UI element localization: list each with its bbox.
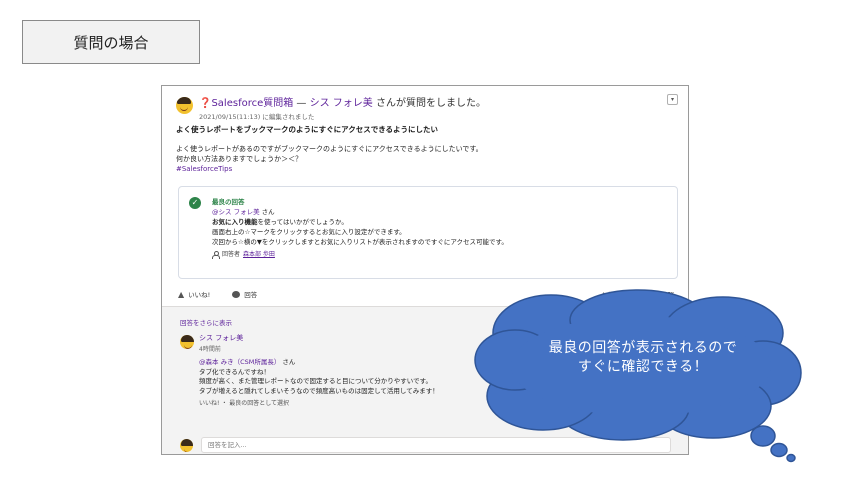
slide-label: 質問の場合 <box>22 20 200 64</box>
comment-time: 4時間前 <box>199 346 221 353</box>
mention-link[interactable]: @シス フォレ美 <box>212 208 260 216</box>
best-answer-line: お気に入り機能を使ってはいかがでしょうか。 <box>212 217 508 227</box>
comment-line: タブが増えると隠れてしまいそうなので頻度高いものは固定して活用してみます！ <box>199 386 439 395</box>
post-date[interactable]: 2021/09/15(11:13) に編集されました <box>199 111 486 121</box>
title-separator: — <box>293 98 310 109</box>
question-body: よく使うレポートがあるのですがブックマークのようにすぐにアクセスできるようにした… <box>176 144 483 174</box>
cloud-tail-bubble <box>770 442 788 458</box>
best-answer-line-rest: を使ってはいかがでしょうか。 <box>257 218 348 226</box>
cloud-tail-bubble <box>786 453 796 463</box>
comment-bubble-icon <box>232 290 241 298</box>
question-title: よく使うレポートをブックマークのようにすぐにアクセスできるようにしたい <box>176 125 439 134</box>
comment-mention-link[interactable]: @森本 みき（CSM所属長） <box>199 358 280 366</box>
author-avatar[interactable] <box>176 97 193 114</box>
post-action-text: さんが質問をしました。 <box>372 98 486 109</box>
best-answer-title: 最良の回答 <box>212 198 245 206</box>
slide-label-text: 質問の場合 <box>73 33 149 52</box>
comment-mention-line: @森本 みき（CSM所属長） さん <box>199 358 439 368</box>
answer-label: 回答 <box>244 291 258 299</box>
best-answer-box: ✓ 最良の回答 @シス フォレ美 さん お気に入り機能を使ってはいかがでしょうか… <box>178 186 678 279</box>
user-icon <box>212 251 220 259</box>
author-link[interactable]: シス フォレ美 <box>310 98 373 109</box>
show-more-answers-link[interactable]: 回答をさらに表示 <box>180 317 232 327</box>
best-answer-mention-line: @シス フォレ美 さん <box>212 207 508 217</box>
best-answer-line: 画面右上の☆マークをクリックするとお気に入り設定ができます。 <box>212 228 406 236</box>
answer-button[interactable]: 回答 <box>232 289 257 299</box>
current-user-avatar <box>180 438 193 452</box>
callout-line: すぐに確認できる！ <box>577 359 709 375</box>
best-answer-line: 次回から☆横の▼をクリックしますとお気に入りリストが表示されますのですぐにアクセ… <box>212 238 508 246</box>
comment-actions[interactable]: いいね! ・ 最良の回答として選択 <box>199 398 439 407</box>
post-header: ❓Salesforce質問箱 — シス フォレ美 さんが質問をしました。 202… <box>176 94 486 121</box>
answerer-name-link[interactable]: 森本部 歩田 <box>243 250 275 260</box>
comment-body: @森本 みき（CSM所属長） さん タブ化できるんですね！ 頻度が高く、また管理… <box>199 358 439 396</box>
comment-mention-suffix: さん <box>280 358 296 366</box>
best-answer-bold-text: お気に入り機能 <box>212 218 258 226</box>
cloud-tail-bubble <box>750 425 776 447</box>
callout-line: 最良の回答が表示されるので <box>548 340 738 356</box>
comment-line: 頻度が高く、また管理レポートなので固定すると目について分かりやすいです。 <box>199 377 432 385</box>
like-button[interactable]: ▲ いいね! <box>178 289 211 300</box>
comment-item: シス フォレ美 4時間前 @森本 みき（CSM所属長） さん タブ化できるんです… <box>180 333 439 407</box>
group-link[interactable]: Salesforce質問箱 <box>211 98 293 109</box>
commenter-avatar[interactable] <box>180 335 194 349</box>
callout-text: 最良の回答が表示されるので すぐに確認できる！ <box>505 339 781 377</box>
hashtag-link[interactable]: #SalesforceTips <box>176 164 483 174</box>
best-answerer: 回答者 森本部 歩田 <box>212 250 508 260</box>
post-title: ❓Salesforce質問箱 — シス フォレ美 さんが質問をしました。 <box>199 94 486 109</box>
mention-suffix: さん <box>259 208 275 216</box>
like-label: いいね! <box>188 291 211 299</box>
question-body-line: 何か良い方法ありますでしょうか＞＜？ <box>176 155 303 163</box>
thumbs-up-icon: ▲ <box>178 289 185 299</box>
best-answer-content: 最良の回答 @シス フォレ美 さん お気に入り機能を使ってはいかがでしょうか。 … <box>212 197 508 260</box>
chevron-down-icon: ▾ <box>670 96 674 103</box>
question-mark-icon: ❓ <box>199 98 212 109</box>
answerer-label: 回答者 <box>222 251 241 258</box>
check-circle-icon: ✓ <box>189 197 201 209</box>
question-body-line: よく使うレポートがあるのですがブックマークのようにすぐにアクセスできるようにした… <box>176 145 483 153</box>
comment-author-link[interactable]: シス フォレ美 <box>199 333 439 343</box>
comment-line: タブ化できるんですね！ <box>199 367 271 376</box>
post-menu-button[interactable]: ▾ <box>667 94 678 105</box>
